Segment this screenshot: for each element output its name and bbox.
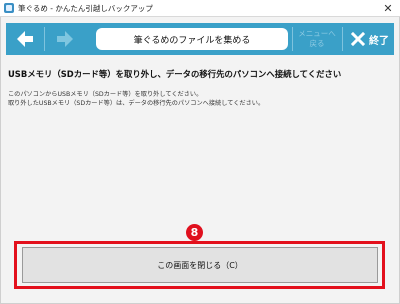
window-title: 筆ぐるめ - かんたん引越しバックアップ — [18, 3, 153, 13]
instruction-heading: USBメモリ（SDカード等）を取り外し、データの移行先のパソコンへ接続してくださ… — [8, 69, 342, 79]
step-number-badge: 8 — [186, 224, 203, 241]
menu-back-button: メニューへ 戻る — [294, 25, 340, 53]
close-icon — [351, 32, 365, 46]
arrow-left-icon — [17, 31, 33, 47]
page-title: 筆ぐるめのファイルを集める — [96, 28, 288, 50]
toolbar: 筆ぐるめのファイルを集める メニューへ 戻る 終了 — [6, 23, 394, 55]
instruction-line-1: このパソコンからUSBメモリ（SDカード等）を取り外してください。 — [8, 91, 203, 98]
exit-label: 終了 — [369, 35, 389, 47]
exit-button[interactable]: 終了 — [346, 23, 394, 55]
instruction-body: このパソコンからUSBメモリ（SDカード等）を取り外してください。 取り外したU… — [8, 90, 392, 108]
arrow-right-icon — [57, 31, 73, 47]
toolbar-separator — [44, 27, 45, 51]
title-bar: 筆ぐるめ - かんたん引越しバックアップ ✕ — [0, 0, 400, 17]
menu-back-label-line2: 戻る — [309, 39, 325, 48]
window-close-icon[interactable]: ✕ — [381, 2, 395, 15]
close-screen-button[interactable]: この画面を閉じる（C） — [22, 247, 378, 283]
instruction-line-2: 取り外したUSBメモリ（SDカード等）は、データの移行先のパソコンへ接続してくだ… — [8, 100, 265, 107]
forward-button — [48, 23, 82, 55]
toolbar-separator — [292, 27, 293, 51]
menu-back-label-line1: メニューへ — [298, 29, 336, 38]
toolbar-separator — [342, 27, 343, 51]
back-button[interactable] — [8, 23, 42, 55]
app-icon — [4, 3, 14, 13]
